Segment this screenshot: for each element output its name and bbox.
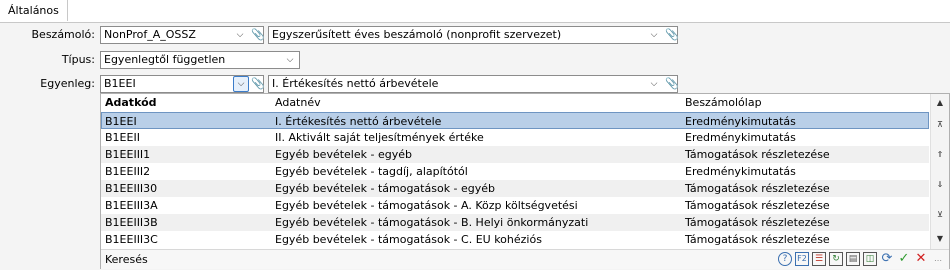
cell-sheet: Eredménykimutatás — [685, 115, 796, 128]
paperclip-icon[interactable]: 📎 — [665, 28, 679, 42]
beszamolo-name-combo[interactable]: Egyszerűsített éves beszámoló (nonprofit… — [268, 26, 679, 44]
ok-icon[interactable]: ✓ — [897, 252, 911, 266]
cell-code: B1EEIII3C — [105, 233, 158, 246]
chevron-down-icon[interactable]: ⌵ — [233, 28, 247, 42]
column-header-beszamololap[interactable]: Beszámolólap — [685, 94, 762, 112]
cell-sheet: Eredménykimutatás — [685, 165, 796, 178]
tab-altalanos[interactable]: Általános — [0, 0, 68, 21]
table-row[interactable]: B1EEIII3B Egyéb bevételek - támogatások … — [101, 214, 929, 231]
chevron-down-icon[interactable]: ⌵ — [233, 76, 249, 92]
cell-name: Egyéb bevételek - tagdíj, alapítótól — [275, 165, 468, 178]
paperclip-icon[interactable]: 📎 — [251, 28, 265, 42]
table-row[interactable]: B1EEIII2 Egyéb bevételek - tagdíj, alapí… — [101, 163, 929, 180]
paperclip-icon[interactable]: 📎 — [665, 77, 679, 91]
footer-toolbar: ? F2 ☰ ↻ ▤ ◫ ⟳ ✓ ✕ ⋯ — [778, 252, 945, 267]
scroll-up-icon[interactable]: ▲ — [934, 96, 946, 110]
column-header-adatnev[interactable]: Adatnév — [275, 94, 321, 112]
egyenleg-name-combo[interactable]: I. Értékesítés nettó árbevétele ⌵ 📎 — [268, 75, 679, 93]
cell-name: Egyéb bevételek - támogatások - egyéb — [275, 182, 496, 195]
scroll-page-down-icon[interactable]: ⇓ — [934, 178, 946, 192]
scroll-bottom-icon[interactable]: ⊻ — [934, 208, 946, 222]
cell-code: B1EEII — [105, 131, 140, 144]
reload-icon[interactable]: ⟳ — [880, 252, 894, 266]
columns-icon[interactable]: ◫ — [863, 252, 877, 266]
refresh-list-icon[interactable]: ↻ — [829, 252, 843, 266]
cell-sheet: Támogatások részletezése — [685, 199, 830, 212]
cell-code: B1EEIII2 — [105, 165, 151, 178]
table-row[interactable]: B1EEII II. Aktivált saját teljesítmények… — [101, 129, 929, 146]
chevron-down-icon[interactable]: ⌵ — [647, 28, 661, 42]
cell-code: B1EEIII3B — [105, 216, 158, 229]
beszamolo-code-combo[interactable]: NonProf_A_OSSZ ⌵ 📎 — [100, 26, 265, 44]
cell-code: B1EEIII3A — [105, 199, 158, 212]
search-label[interactable]: Keresés — [105, 250, 148, 269]
cell-name: II. Aktivált saját teljesítmények értéke — [275, 131, 484, 144]
filter-icon[interactable]: ☰ — [812, 252, 826, 266]
cell-name: I. Értékesítés nettó árbevétele — [275, 115, 442, 128]
tipus-combo[interactable]: Egyenlegtől független ⌵ — [100, 51, 300, 69]
table-row[interactable]: B1EEIII1 Egyéb bevételek - egyéb Támogat… — [101, 146, 929, 163]
lookup-grid: Adatkód Adatnév Beszámolólap B1EEI I. Ér… — [100, 93, 950, 269]
beszamolo-name-value: Egyszerűsített éves beszámoló (nonprofit… — [272, 28, 562, 41]
egyenleg-code-value: B1EEI — [104, 77, 136, 90]
f2-icon[interactable]: F2 — [795, 252, 809, 266]
scroll-top-icon[interactable]: ⊼ — [934, 118, 946, 132]
scroll-page-up-icon[interactable]: ⇑ — [934, 148, 946, 162]
tipus-value: Egyenlegtől független — [104, 53, 226, 66]
egyenleg-name-value: I. Értékesítés nettó árbevétele — [272, 77, 439, 90]
cell-sheet: Eredménykimutatás — [685, 131, 796, 144]
table-row[interactable]: B1EEI I. Értékesítés nettó árbevétele Er… — [101, 112, 929, 129]
cell-code: B1EEI — [105, 115, 137, 128]
grid-header: Adatkód Adatnév Beszámolólap — [101, 94, 929, 113]
cell-name: Egyéb bevételek - egyéb — [275, 148, 412, 161]
cell-name: Egyéb bevételek - támogatások - A. Közp … — [275, 199, 578, 212]
tab-bar: Általános — [0, 0, 950, 23]
resize-grip-icon[interactable]: ⋯ — [931, 252, 945, 266]
cell-sheet: Támogatások részletezése — [685, 182, 830, 195]
egyenleg-label: Egyenleg: — [40, 77, 95, 90]
table-row[interactable]: B1EEIII3A Egyéb bevételek - támogatások … — [101, 197, 929, 214]
chevron-down-icon[interactable]: ⌵ — [647, 77, 661, 91]
cell-sheet: Támogatások részletezése — [685, 216, 830, 229]
cell-name: Egyéb bevételek - támogatások - B. Helyi… — [275, 216, 589, 229]
tipus-label: Típus: — [61, 53, 95, 66]
egyenleg-code-combo[interactable]: B1EEI ⌵ 📎 — [100, 75, 265, 93]
cell-code: B1EEIII1 — [105, 148, 151, 161]
paperclip-icon[interactable]: 📎 — [251, 77, 265, 91]
export-icon[interactable]: ▤ — [846, 252, 860, 266]
grid-footer: Keresés ? F2 ☰ ↻ ▤ ◫ ⟳ ✓ ✕ ⋯ — [101, 249, 949, 269]
scroll-down-icon[interactable]: ▼ — [934, 232, 946, 246]
vertical-scrollbar[interactable]: ▲ ⊼ ⇑ ⇓ ⊻ ▼ — [930, 94, 949, 249]
cell-sheet: Támogatások részletezése — [685, 148, 830, 161]
cancel-icon[interactable]: ✕ — [914, 252, 928, 266]
beszamolo-code-value: NonProf_A_OSSZ — [104, 28, 196, 41]
chevron-down-icon[interactable]: ⌵ — [283, 53, 297, 67]
beszamolo-label: Beszámoló: — [31, 28, 96, 41]
table-row[interactable]: B1EEIII30 Egyéb bevételek - támogatások … — [101, 180, 929, 197]
cell-sheet: Támogatások részletezése — [685, 233, 830, 246]
cell-code: B1EEIII30 — [105, 182, 158, 195]
table-row[interactable]: B1EEIII3C Egyéb bevételek - támogatások … — [101, 231, 929, 248]
help-icon[interactable]: ? — [778, 252, 792, 266]
cell-name: Egyéb bevételek - támogatások - C. EU ko… — [275, 233, 542, 246]
column-header-adatkod[interactable]: Adatkód — [105, 94, 157, 112]
